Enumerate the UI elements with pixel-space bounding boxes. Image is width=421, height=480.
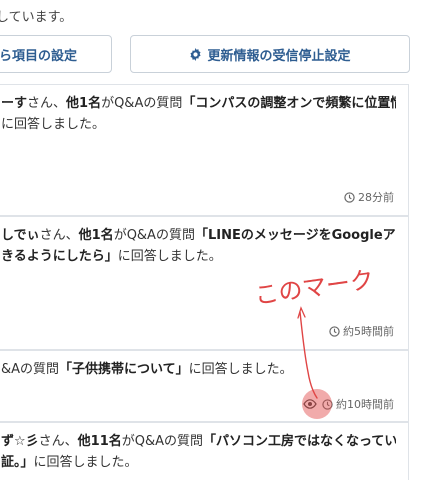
feed-item-text: ず☆彡さん、他11名がQ&Aの質問「パソコン工房ではなくなっていた、 証。」に回… (1, 431, 396, 473)
feed-question-link[interactable]: 「パソコン工房ではなくなっていた、 (203, 434, 396, 449)
feed-text: さん、 (38, 434, 78, 449)
feed-timestamp: 約5時間前 (329, 323, 394, 339)
page: しています。 ら項目の設定 更新情報の受信停止設定 ーすさん、他1名がQ&Aの質… (0, 0, 421, 480)
feed-text: に回答しました。 (1, 117, 106, 132)
feed-item[interactable]: しでぃさん、他1名がQ&Aの質問「LINEのメッセージをGoogleアシスタ き… (0, 216, 409, 350)
feed-item[interactable]: ず☆彡さん、他11名がQ&Aの質問「パソコン工房ではなくなっていた、 証。」に回… (0, 422, 409, 480)
feed-timestamp: 約10時間前 (301, 395, 394, 413)
feed-question-link[interactable]: きるようにしたら」 (1, 249, 118, 264)
feed-time: 約5時間前 (343, 325, 394, 338)
feed-timestamp: 28分前 (344, 189, 394, 205)
clock-icon (322, 398, 333, 410)
feed-question-link[interactable]: 「子供携帯について」 (59, 362, 189, 377)
feed-question-link[interactable]: 「コンパスの調整オンで頻繁に位置情報の (182, 96, 396, 111)
feed-time: 約10時間前 (336, 398, 394, 411)
feed-time: 28分前 (358, 191, 394, 204)
feed-text: に回答しました。 (117, 249, 222, 264)
feed-user[interactable]: ず☆彡 (1, 434, 39, 449)
clock-icon (329, 325, 340, 337)
feed-text: がQ&Aの質問 (113, 228, 195, 243)
feed-text: がQ&Aの質問 (121, 434, 204, 449)
feed-text: に回答しました。 (188, 362, 293, 377)
feed-question-link[interactable]: 証。」 (1, 455, 34, 470)
intro-text: しています。 (0, 10, 73, 25)
item-settings-button[interactable]: ら項目の設定 (0, 35, 112, 73)
feed-item[interactable]: ーすさん、他1名がQ&Aの質問「コンパスの調整オンで頻繁に位置情報の に回答しま… (0, 84, 409, 216)
feed-text: &Aの質問 (1, 362, 60, 377)
feed-question-link[interactable]: 「LINEのメッセージをGoogleアシスタ (195, 228, 396, 243)
feed-user[interactable]: しでぃ (1, 228, 40, 243)
item-settings-label: ら項目の設定 (0, 48, 78, 64)
feed-item-text: &Aの質問「子供携帯について」に回答しました。 (1, 359, 396, 380)
feed-user[interactable]: ーす (1, 96, 27, 111)
unsubscribe-settings-label: 更新情報の受信停止設定 (207, 48, 351, 64)
feed-text: に回答しました。 (33, 455, 138, 470)
feed-others: 他1名 (78, 228, 114, 243)
eye-icon (301, 395, 319, 413)
feed-text: さん、 (27, 96, 67, 111)
gear-icon (190, 47, 202, 61)
feed-item[interactable]: &Aの質問「子供携帯について」に回答しました。 約10時間前 (0, 350, 409, 422)
clock-icon (344, 191, 355, 203)
feed-others: 他11名 (77, 434, 122, 449)
feed-item-text: ーすさん、他1名がQ&Aの質問「コンパスの調整オンで頻繁に位置情報の に回答しま… (1, 93, 396, 135)
feed-text: さん、 (39, 228, 79, 243)
feed-item-text: しでぃさん、他1名がQ&Aの質問「LINEのメッセージをGoogleアシスタ き… (1, 225, 396, 267)
unsubscribe-settings-button[interactable]: 更新情報の受信停止設定 (130, 35, 410, 73)
feed-others: 他1名 (66, 96, 102, 111)
feed-text: がQ&Aの質問 (101, 96, 183, 111)
